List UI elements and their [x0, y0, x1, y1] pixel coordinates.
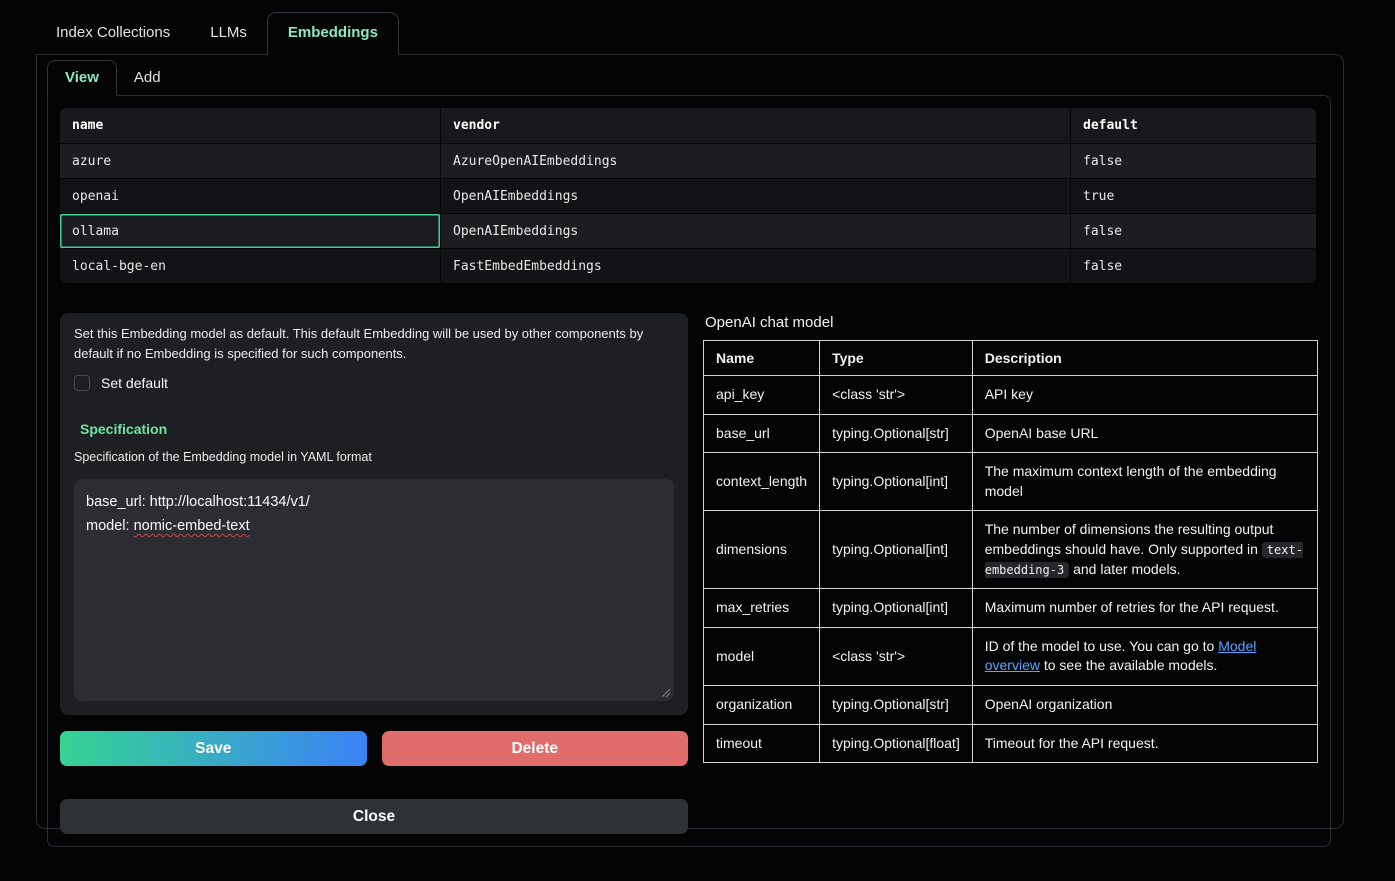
schema-row-model: model<class 'str'>ID of the model to use… — [704, 627, 1318, 685]
param-name: model — [704, 627, 820, 685]
embedding-row-local-bge-en[interactable]: local-bge-enFastEmbedEmbeddingsfalse — [60, 248, 1316, 283]
param-description: OpenAI organization — [972, 685, 1317, 724]
param-name: base_url — [704, 414, 820, 453]
description-text: The number of dimensions the resulting o… — [985, 521, 1274, 557]
detail-area: Set this Embedding model as default. Thi… — [60, 313, 1318, 834]
delete-button[interactable]: Delete — [382, 731, 689, 766]
embedding-row-azure[interactable]: azureAzureOpenAIEmbeddingsfalse — [60, 143, 1316, 178]
resize-handle-icon[interactable] — [660, 687, 670, 697]
column-header-vendor: vendor — [440, 108, 1070, 143]
param-type: typing.Optional[int] — [820, 453, 973, 511]
top-tab-bar: Index Collections LLMs Embeddings — [36, 0, 1395, 54]
param-type: typing.Optional[str] — [820, 685, 973, 724]
schema-header-row: NameTypeDescription — [704, 341, 1318, 376]
table-cell: OpenAIEmbeddings — [440, 179, 1070, 213]
description-text: OpenAI base URL — [985, 425, 1099, 441]
param-name: timeout — [704, 724, 820, 763]
param-type: typing.Optional[int] — [820, 511, 973, 589]
schema-row-max_retries: max_retriestyping.Optional[int] Maximum n… — [704, 589, 1318, 628]
yaml-line: model: nomic-embed-text — [86, 515, 662, 538]
table-cell: FastEmbedEmbeddings — [440, 249, 1070, 283]
schema-column-header-description: Description — [972, 341, 1317, 376]
param-type: typing.Optional[float] — [820, 724, 973, 763]
schema-row-base_url: base_urltyping.Optional[str] OpenAI base … — [704, 414, 1318, 453]
embeddings-table-header: namevendordefault — [60, 108, 1316, 143]
table-cell: local-bge-en — [60, 249, 440, 283]
column-header-name: name — [60, 108, 440, 143]
param-name: max_retries — [704, 589, 820, 628]
param-description: ID of the model to use. You can go to Mo… — [972, 627, 1317, 685]
embeddings-tab-panel: View Add namevendordefaultazureAzureOpen… — [36, 54, 1344, 829]
view-tab-panel: namevendordefaultazureAzureOpenAIEmbeddi… — [47, 95, 1331, 847]
table-cell: openai — [60, 179, 440, 213]
param-description: Timeout for the API request. — [972, 724, 1317, 763]
yaml-spec-editor[interactable]: base_url: http://localhost:11434/v1/ mod… — [74, 479, 674, 701]
schema-column: OpenAI chat model NameTypeDescriptionapi… — [703, 313, 1318, 834]
schema-row-timeout: timeouttyping.Optional[float] Timeout for… — [704, 724, 1318, 763]
param-type: typing.Optional[int] — [820, 589, 973, 628]
tab-embeddings[interactable]: Embeddings — [267, 12, 399, 55]
param-name: api_key — [704, 376, 820, 415]
table-cell: false — [1070, 249, 1316, 283]
schema-title: OpenAI chat model — [705, 314, 1318, 331]
tab-view[interactable]: View — [47, 60, 117, 96]
save-button[interactable]: Save — [60, 731, 367, 766]
table-cell: false — [1070, 214, 1316, 248]
description-text: The maximum context length of the embedd… — [985, 463, 1277, 499]
table-cell: AzureOpenAIEmbeddings — [440, 144, 1070, 178]
edit-column: Set this Embedding model as default. Thi… — [60, 313, 688, 834]
set-default-label: Set default — [101, 375, 168, 391]
yaml-line: base_url: http://localhost:11434/v1/ — [86, 491, 662, 514]
description-text: Maximum number of retries for the API re… — [985, 599, 1279, 615]
specification-help-text: Specification of the Embedding model in … — [74, 450, 674, 464]
param-description: The maximum context length of the embedd… — [972, 453, 1317, 511]
misspelled-word: nomic-embed-text — [134, 518, 250, 534]
close-button[interactable]: Close — [60, 799, 688, 834]
action-button-row: Save Delete — [60, 731, 688, 766]
tab-index-collections[interactable]: Index Collections — [36, 13, 190, 54]
embeddings-table: namevendordefaultazureAzureOpenAIEmbeddi… — [60, 108, 1316, 283]
description-text: API key — [985, 386, 1033, 402]
description-text: and later models. — [1069, 561, 1180, 577]
schema-column-header-type: Type — [820, 341, 973, 376]
set-default-row: Set default — [74, 375, 674, 391]
schema-row-dimensions: dimensionstyping.Optional[int] The number… — [704, 511, 1318, 589]
table-cell: true — [1070, 179, 1316, 213]
param-description: OpenAI base URL — [972, 414, 1317, 453]
param-type: <class 'str'> — [820, 376, 973, 415]
tab-llms[interactable]: LLMs — [190, 13, 267, 54]
description-text: to see the available models. — [1040, 657, 1217, 673]
embedding-row-ollama[interactable]: ollamaOpenAIEmbeddingsfalse — [60, 213, 1316, 248]
table-cell: azure — [60, 144, 440, 178]
schema-row-context_length: context_lengthtyping.Optional[int] The ma… — [704, 453, 1318, 511]
schema-row-organization: organizationtyping.Optional[str] OpenAI o… — [704, 685, 1318, 724]
tab-add[interactable]: Add — [117, 61, 178, 95]
specification-heading: Specification — [80, 421, 674, 437]
table-cell: false — [1070, 144, 1316, 178]
schema-row-api_key: api_key<class 'str'> API key — [704, 376, 1318, 415]
param-description: Maximum number of retries for the API re… — [972, 589, 1317, 628]
default-settings-panel: Set this Embedding model as default. Thi… — [60, 313, 688, 715]
param-type: typing.Optional[str] — [820, 414, 973, 453]
description-text: ID of the model to use. You can go to — [985, 638, 1219, 654]
embedding-row-openai[interactable]: openaiOpenAIEmbeddingstrue — [60, 178, 1316, 213]
param-type: <class 'str'> — [820, 627, 973, 685]
param-name: organization — [704, 685, 820, 724]
param-name: context_length — [704, 453, 820, 511]
schema-table: NameTypeDescriptionapi_key<class 'str'>A… — [703, 340, 1318, 763]
param-description: API key — [972, 376, 1317, 415]
description-text: Timeout for the API request. — [985, 735, 1159, 751]
view-add-tab-bar: View Add — [47, 60, 1331, 95]
schema-column-header-name: Name — [704, 341, 820, 376]
column-header-default: default — [1070, 108, 1316, 143]
param-description: The number of dimensions the resulting o… — [972, 511, 1317, 589]
selected-cell: ollama — [60, 214, 440, 248]
table-cell: OpenAIEmbeddings — [440, 214, 1070, 248]
set-default-checkbox[interactable] — [74, 375, 90, 391]
default-description: Set this Embedding model as default. Thi… — [74, 324, 674, 364]
description-text: OpenAI organization — [985, 696, 1113, 712]
param-name: dimensions — [704, 511, 820, 589]
